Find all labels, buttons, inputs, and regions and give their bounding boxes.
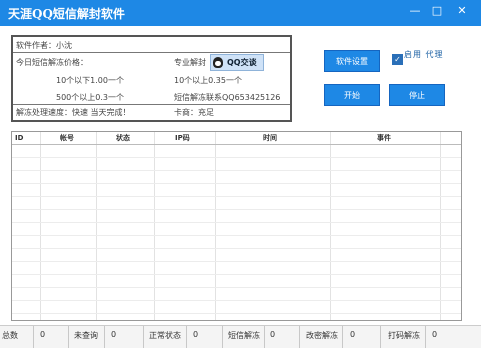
row-divider [12, 183, 461, 184]
window-title: 天涯QQ短信解封软件 [8, 7, 125, 21]
row-divider [12, 300, 461, 301]
row-divider [12, 248, 461, 249]
column-header-account[interactable]: 帐号 [60, 132, 74, 144]
qq-chat-label: QQ交谈 [227, 58, 257, 67]
column-divider [330, 132, 331, 320]
qq-chat-button[interactable]: QQ交谈 [210, 54, 264, 71]
enable-proxy-checkbox[interactable]: ✓ [392, 54, 403, 65]
settings-button[interactable]: 软件设置 [324, 50, 380, 72]
status-separator [186, 326, 187, 348]
status-separator [264, 326, 265, 348]
total-label: 总数 [2, 331, 18, 340]
row-divider [12, 196, 461, 197]
captcha-unlock-label: 打码解冻 [388, 331, 420, 340]
contact-text: 短信解冻联系QQ653425126 [174, 93, 281, 102]
header-divider [12, 144, 461, 145]
row-divider [12, 222, 461, 223]
account-table[interactable]: ID 帐号 状态 IP码 时间 事件 [11, 131, 462, 321]
divider [13, 52, 290, 53]
status-separator [425, 326, 426, 348]
column-divider [40, 132, 41, 320]
title-bar: 天涯QQ短信解封软件 — □ ✕ [0, 0, 481, 26]
status-separator [104, 326, 105, 348]
column-divider [440, 132, 441, 320]
row-divider [12, 261, 461, 262]
status-separator [342, 326, 343, 348]
normal-value: 0 [193, 330, 199, 339]
row-divider [12, 170, 461, 171]
column-header-id[interactable]: ID [15, 132, 23, 144]
row-divider [12, 274, 461, 275]
status-separator [143, 326, 144, 348]
price-tier-1: 10个以下1.00一个 [56, 76, 124, 85]
total-value: 0 [40, 330, 46, 339]
column-header-ip[interactable]: IP码 [175, 132, 190, 144]
row-divider [12, 313, 461, 314]
status-separator [380, 326, 381, 348]
status-bar: 总数 0 未查询 0 正常状态 0 短信解冻 0 改密解冻 0 打码解冻 0 [0, 325, 481, 348]
row-divider [12, 287, 461, 288]
info-panel: 软件作者：小沈 今日短信解冻价格： 专业解封 QQ交谈 10个以下1.00一个 … [11, 35, 292, 122]
row-divider [12, 209, 461, 210]
column-header-status[interactable]: 状态 [116, 132, 130, 144]
password-unlock-label: 改密解冻 [306, 331, 338, 340]
speed-text: 解冻处理速度：快速 当天完成！ [16, 108, 131, 117]
column-header-event[interactable]: 事件 [377, 132, 391, 144]
column-divider [215, 132, 216, 320]
today-price-label: 今日短信解冻价格： [16, 58, 88, 67]
pro-unlock-label: 专业解封 [174, 58, 206, 67]
status-separator [68, 326, 69, 348]
row-divider [12, 157, 461, 158]
author-text: 软件作者：小沈 [16, 41, 72, 50]
sms-unlock-label: 短信解冻 [228, 331, 260, 340]
price-tier-3: 500个以上0.3一个 [56, 93, 124, 102]
penguin-icon [213, 57, 223, 68]
stop-button[interactable]: 停止 [389, 84, 445, 106]
close-button[interactable]: ✕ [455, 4, 469, 18]
column-header-time[interactable]: 时间 [263, 132, 277, 144]
password-unlock-value: 0 [350, 330, 356, 339]
status-separator [222, 326, 223, 348]
divider [13, 104, 290, 105]
unchecked-value: 0 [111, 330, 117, 339]
minimize-button[interactable]: — [408, 4, 422, 18]
status-separator [299, 326, 300, 348]
status-separator [33, 326, 34, 348]
start-button[interactable]: 开始 [324, 84, 380, 106]
price-tier-2: 10个以上0.35一个 [174, 76, 242, 85]
merchant-text: 卡商：充足 [174, 108, 214, 117]
column-divider [154, 132, 155, 320]
normal-label: 正常状态 [149, 331, 181, 340]
captcha-unlock-value: 0 [432, 330, 438, 339]
sms-unlock-value: 0 [270, 330, 276, 339]
unchecked-label: 未查询 [74, 331, 98, 340]
row-divider [12, 235, 461, 236]
column-divider [96, 132, 97, 320]
enable-proxy-label: 启用 代理 [404, 50, 444, 59]
maximize-button[interactable]: □ [430, 4, 444, 18]
